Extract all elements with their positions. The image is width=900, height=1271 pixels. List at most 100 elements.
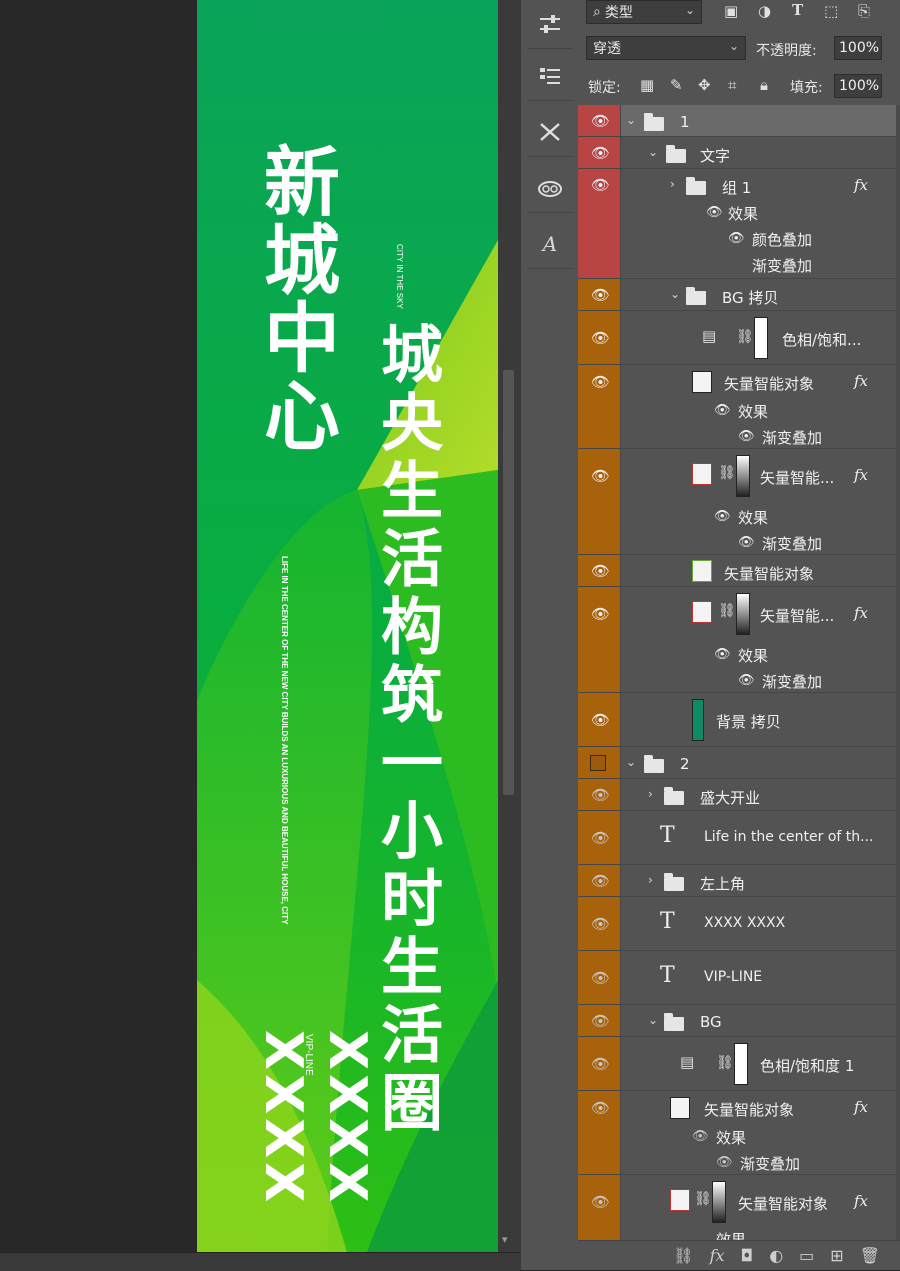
- visibility-toggle[interactable]: 👁︎: [578, 587, 621, 692]
- layer-bg-smart-object-2[interactable]: 👁︎ ⛓︎ 矢量智能对象 fx 效果: [578, 1175, 896, 1240]
- visibility-checkbox[interactable]: [590, 755, 606, 771]
- mask-thumbnail[interactable]: [754, 317, 768, 359]
- chevron-right-icon[interactable]: ›: [670, 177, 675, 191]
- chain-icon[interactable]: ⛓︎: [718, 603, 736, 619]
- visibility-toggle[interactable]: 👁︎: [578, 365, 621, 448]
- layer-smart-object-4[interactable]: 👁︎ ⛓︎ 矢量智能... fx 👁︎ 效果 👁︎ 渐变叠加: [578, 587, 896, 693]
- effect-gradient-overlay[interactable]: 渐变叠加: [762, 533, 822, 554]
- layer-smart-object-1[interactable]: 👁︎ 矢量智能对象 fx 👁︎ 效果 👁︎ 渐变叠加: [578, 365, 896, 449]
- chain-icon[interactable]: ⛓︎: [716, 1055, 734, 1071]
- layer-group-bg[interactable]: 👁︎ ⌄ BG: [578, 1005, 896, 1037]
- layer-group-text[interactable]: 👁︎ ⌄ 文字: [578, 137, 896, 169]
- fill-input[interactable]: 100%: [834, 74, 882, 98]
- eye-icon[interactable]: 👁︎: [591, 467, 610, 485]
- new-group-icon[interactable]: ▭: [799, 1246, 814, 1265]
- chevron-down-icon[interactable]: ▾: [502, 1233, 508, 1246]
- visibility-toggle[interactable]: 👁︎: [578, 693, 621, 746]
- type-filter-icon[interactable]: T: [792, 1, 803, 19]
- add-mask-icon[interactable]: ◘: [741, 1246, 754, 1265]
- layer-smart-object-2[interactable]: 👁︎ ⛓︎ 矢量智能... fx 👁︎ 效果 👁︎ 渐变叠加: [578, 449, 896, 555]
- visibility-toggle[interactable]: [578, 747, 621, 778]
- effect-gradient-overlay[interactable]: 渐变叠加: [762, 671, 822, 692]
- fx-icon[interactable]: fx: [854, 466, 868, 484]
- layer-text-xxxx[interactable]: 👁︎ T XXXX XXXX: [578, 897, 896, 951]
- eye-icon[interactable]: 👁︎: [591, 969, 610, 987]
- visibility-toggle[interactable]: 👁︎: [578, 951, 621, 1004]
- visibility-toggle[interactable]: 👁︎: [578, 311, 621, 364]
- effect-gradient-overlay[interactable]: 渐变叠加: [752, 255, 812, 276]
- eye-icon[interactable]: 👁︎: [591, 1099, 610, 1117]
- layer-smart-object-3[interactable]: 👁︎ 矢量智能对象: [578, 555, 896, 587]
- fx-icon[interactable]: fx: [854, 604, 868, 622]
- chain-icon[interactable]: ⛓︎: [718, 465, 736, 481]
- layer-text-life[interactable]: 👁︎ T Life in the center of th...: [578, 811, 896, 865]
- chain-icon[interactable]: ⛓︎: [736, 329, 754, 345]
- eye-icon[interactable]: 👁︎: [591, 1055, 610, 1073]
- visibility-toggle[interactable]: 👁︎: [578, 811, 621, 864]
- layer-hue-saturation-1[interactable]: 👁︎ ▤ ⛓︎ 色相/饱和度 1: [578, 1037, 896, 1091]
- mask-thumbnail[interactable]: [736, 593, 750, 635]
- canvas-vertical-scrollbar[interactable]: ▾: [498, 0, 520, 1252]
- eye-icon[interactable]: 👁︎: [728, 231, 745, 246]
- visibility-toggle[interactable]: 👁︎: [578, 1037, 621, 1090]
- layer-group-2[interactable]: ⌄ 2: [578, 747, 896, 779]
- visibility-toggle[interactable]: 👁︎: [578, 865, 621, 896]
- eye-icon[interactable]: 👁︎: [714, 509, 731, 524]
- lock-icon[interactable]: 🔒︎: [760, 76, 768, 94]
- layer-background-copy[interactable]: 👁︎ 背景 拷贝: [578, 693, 896, 747]
- chevron-down-icon[interactable]: ⌄: [670, 287, 680, 301]
- eye-icon[interactable]: 👁︎: [591, 605, 610, 623]
- chevron-down-icon[interactable]: ⌄: [648, 145, 658, 159]
- eye-icon[interactable]: 👁︎: [591, 872, 610, 890]
- eye-icon[interactable]: 👁︎: [591, 176, 610, 194]
- adjustment-filter-icon[interactable]: ◑: [758, 2, 771, 20]
- chevron-down-icon[interactable]: ⌄: [626, 755, 636, 769]
- eye-icon[interactable]: 👁︎: [706, 205, 723, 220]
- brush-icon[interactable]: ✎: [670, 76, 683, 94]
- link-layers-icon[interactable]: ⛓︎: [673, 1246, 693, 1265]
- eye-icon[interactable]: 👁︎: [591, 915, 610, 933]
- cloud-icon[interactable]: [527, 164, 573, 213]
- layers-scrollbar[interactable]: [896, 105, 900, 1240]
- effect-gradient-overlay[interactable]: 渐变叠加: [762, 427, 822, 448]
- smart-object-thumbnail[interactable]: [692, 560, 712, 582]
- eye-icon[interactable]: 👁︎: [714, 647, 731, 662]
- fx-icon[interactable]: fx: [854, 176, 868, 194]
- canvas-horizontal-scrollbar[interactable]: [0, 1252, 520, 1271]
- tools-icon[interactable]: [527, 108, 573, 157]
- eye-icon[interactable]: 👁︎: [591, 1193, 610, 1211]
- mask-thumbnail[interactable]: [712, 1181, 726, 1223]
- eye-icon[interactable]: 👁︎: [591, 112, 610, 130]
- layer-group-group1[interactable]: 👁︎ › 组 1 fx 👁︎ 效果 👁︎ 颜色叠加 渐变叠加: [578, 169, 896, 279]
- visibility-toggle[interactable]: 👁︎: [578, 449, 621, 554]
- mask-thumbnail[interactable]: [736, 455, 750, 497]
- smart-object-thumbnail[interactable]: [692, 463, 712, 485]
- visibility-toggle[interactable]: 👁︎: [578, 169, 621, 278]
- move-icon[interactable]: ✥: [698, 76, 711, 94]
- filter-kind-dropdown[interactable]: ⌕ 类型 ⌄: [586, 0, 702, 24]
- layer-hue-saturation-copy[interactable]: 👁︎ ▤ ⛓︎ 色相/饱和...: [578, 311, 896, 365]
- visibility-toggle[interactable]: 👁︎: [578, 1175, 621, 1240]
- eye-icon[interactable]: 👁︎: [716, 1155, 733, 1170]
- chevron-down-icon[interactable]: ⌄: [626, 113, 636, 127]
- effect-gradient-overlay[interactable]: 渐变叠加: [740, 1153, 800, 1174]
- character-icon[interactable]: A: [527, 220, 573, 269]
- artboard-icon[interactable]: ⌗: [728, 76, 736, 94]
- new-layer-icon[interactable]: ⊞: [830, 1246, 843, 1265]
- eye-icon[interactable]: 👁︎: [591, 1012, 610, 1030]
- eye-icon[interactable]: 👁︎: [692, 1129, 709, 1144]
- layer-text-vip-line[interactable]: 👁︎ T VIP-LINE: [578, 951, 896, 1005]
- layer-group-grand-opening[interactable]: 👁︎ › 盛大开业: [578, 779, 896, 811]
- mask-thumbnail[interactable]: [734, 1043, 748, 1085]
- visibility-toggle[interactable]: 👁︎: [578, 897, 621, 950]
- eye-icon[interactable]: 👁︎: [714, 403, 731, 418]
- visibility-toggle[interactable]: 👁︎: [578, 779, 621, 810]
- eye-icon[interactable]: 👁︎: [591, 711, 610, 729]
- layer-bg-smart-object-1[interactable]: 👁︎ 矢量智能对象 fx 👁︎ 效果 👁︎ 渐变叠加: [578, 1091, 896, 1175]
- visibility-toggle[interactable]: 👁︎: [578, 279, 621, 310]
- properties-icon[interactable]: [527, 52, 573, 101]
- eye-icon[interactable]: 👁︎: [591, 329, 610, 347]
- smartobject-filter-icon[interactable]: ⎘: [858, 2, 870, 20]
- shape-filter-icon[interactable]: ⬚: [824, 2, 838, 20]
- visibility-toggle[interactable]: 👁︎: [578, 555, 621, 586]
